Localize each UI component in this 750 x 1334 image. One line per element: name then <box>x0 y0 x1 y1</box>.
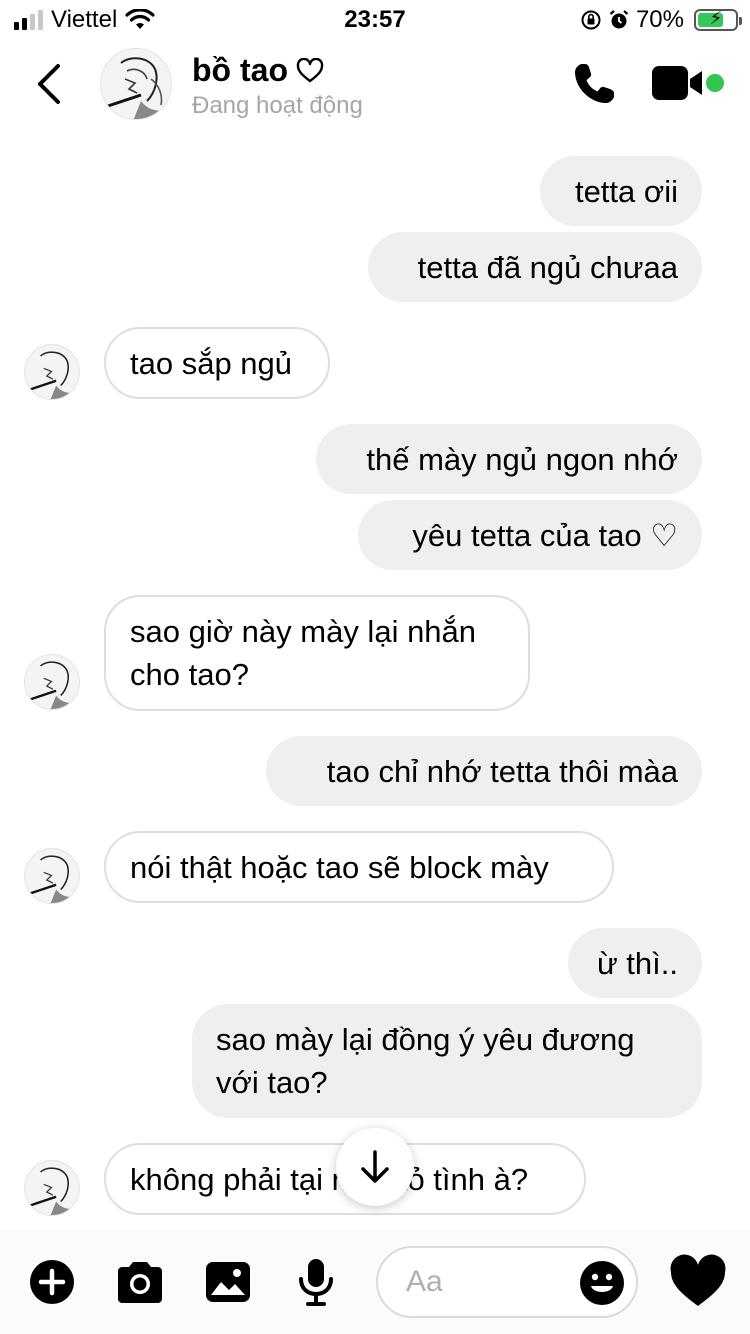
battery-charging-icon: ⚡ <box>694 8 742 31</box>
back-icon[interactable] <box>28 58 72 110</box>
messenger-chat-screen: Viettel 23:57 70% ⚡ bồ tao Đang hoạt độn… <box>0 0 750 1334</box>
carrier-name: Viettel <box>51 6 118 33</box>
wifi-icon <box>125 9 155 29</box>
contact-name[interactable]: bồ tao <box>192 52 324 89</box>
avatar-sketch <box>27 1167 79 1215</box>
microphone-icon <box>299 1259 333 1306</box>
microphone-button[interactable] <box>290 1256 342 1308</box>
message-text: thế mày ngủ ngon nhớ <box>366 441 678 477</box>
alarm-icon <box>609 10 629 29</box>
message-text: không phải tại mày tỏ tình à? <box>130 1161 529 1197</box>
plus-button[interactable] <box>26 1256 78 1308</box>
scroll-down-button[interactable] <box>336 1128 414 1206</box>
message-text: yêu tetta của tao ♡ <box>412 517 678 553</box>
camera-button[interactable] <box>114 1256 166 1308</box>
message-bubble-incoming[interactable]: sao giờ này mày lại nhắn cho tao? <box>104 595 530 711</box>
message-text: sao giờ này mày lại nhắn cho tao? <box>130 614 477 692</box>
message-input-container[interactable] <box>376 1246 638 1318</box>
battery-percent: 70% <box>635 6 684 33</box>
message-bubble-outgoing[interactable]: yêu tetta của tao ♡ <box>358 500 702 570</box>
message-text: tao sắp ngủ <box>130 345 293 381</box>
message-bubble-outgoing[interactable]: sao mày lại đồng ý yêu đương với tao? <box>192 1004 702 1118</box>
sender-avatar[interactable] <box>24 344 80 400</box>
video-call-icon[interactable] <box>652 64 724 104</box>
message-text: tetta ơii <box>574 173 678 209</box>
sender-avatar[interactable] <box>24 654 80 710</box>
message-bubble-outgoing[interactable]: thế mày ngủ ngon nhớ <box>316 424 702 494</box>
status-right: 70% ⚡ <box>580 6 742 34</box>
phone-icon[interactable] <box>570 60 618 108</box>
heart-icon[interactable] <box>668 1254 728 1310</box>
scroll-down-icon <box>361 1150 389 1183</box>
signal-icon <box>14 10 43 30</box>
orientation-lock-icon <box>581 10 601 30</box>
sender-avatar[interactable] <box>24 1160 80 1216</box>
message-bubble-outgoing[interactable]: ừ thì.. <box>568 928 702 998</box>
message-bubble-incoming[interactable]: nói thật hoặc tao sẽ block mày <box>104 831 614 903</box>
image-icon <box>206 1262 250 1302</box>
message-bubble-outgoing[interactable]: tetta đã ngủ chưaa <box>368 232 702 302</box>
chat-header: bồ tao Đang hoạt động <box>0 40 750 132</box>
plus-icon <box>30 1260 74 1304</box>
avatar[interactable] <box>100 48 172 120</box>
message-bubble-incoming[interactable]: tao sắp ngủ <box>104 327 330 399</box>
avatar-sketch <box>27 661 79 709</box>
message-text: tetta đã ngủ chưaa <box>417 249 678 285</box>
message-text: tao chỉ nhớ tetta thôi màa <box>326 753 678 789</box>
active-status: Đang hoạt động <box>192 92 363 119</box>
online-dot-icon <box>706 74 724 92</box>
message-composer <box>0 1230 750 1334</box>
message-text: sao mày lại đồng ý yêu đương với tao? <box>216 1022 635 1100</box>
message-input[interactable] <box>406 1260 566 1304</box>
avatar-sketch <box>104 57 171 119</box>
camera-icon <box>118 1262 162 1303</box>
avatar-sketch <box>27 351 79 399</box>
contact-name-text: bồ tao <box>192 52 288 88</box>
message-text: nói thật hoặc tao sẽ block mày <box>130 849 549 885</box>
message-text: ừ thì.. <box>596 945 678 981</box>
emoji-icon[interactable] <box>578 1259 626 1307</box>
heart-outline-icon <box>296 57 324 82</box>
sender-avatar[interactable] <box>24 848 80 904</box>
gallery-button[interactable] <box>202 1256 254 1308</box>
message-bubble-outgoing[interactable]: tao chỉ nhớ tetta thôi màa <box>266 736 702 806</box>
message-bubble-outgoing[interactable]: tetta ơii <box>540 156 702 226</box>
status-left: Viettel <box>14 6 155 34</box>
avatar-sketch <box>27 855 79 903</box>
status-bar: Viettel 23:57 70% ⚡ <box>0 0 750 40</box>
